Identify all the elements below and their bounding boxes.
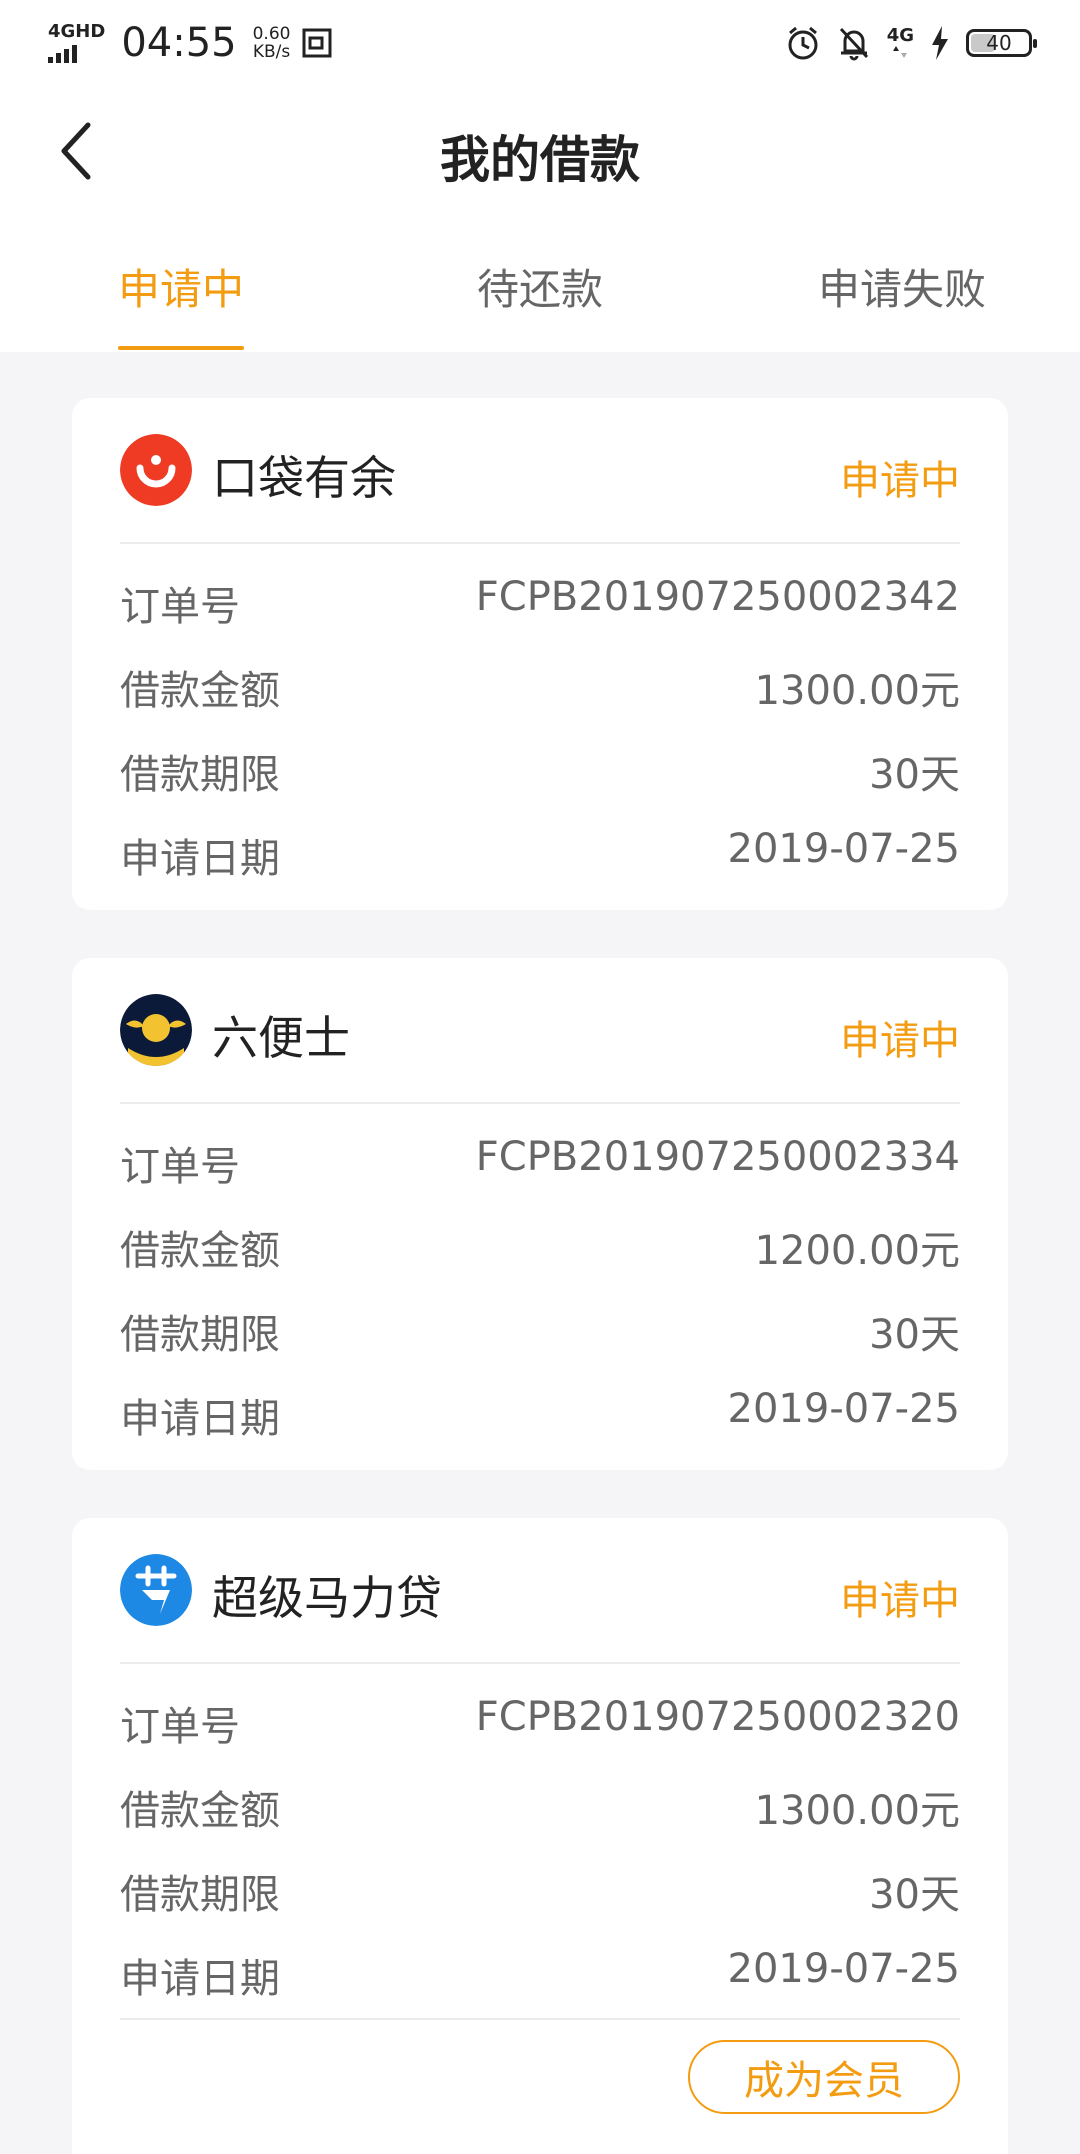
term-value: 30天 (869, 1312, 960, 1358)
amount-value: 1300.00元 (754, 668, 960, 714)
term-label: 借款期限 (120, 752, 280, 798)
speed-value: 0.60 (252, 24, 291, 44)
tab-bar: 申请中 待还款 申请失败 (0, 216, 1080, 352)
date-row: 申请日期 2019-07-25 (120, 1946, 960, 2006)
mobile-network-type: 4G (886, 25, 914, 46)
lightning-icon (932, 26, 948, 60)
amount-label: 借款金额 (120, 668, 280, 714)
speed-unit: KB/s (252, 42, 291, 62)
order-number-label: 订单号 (120, 584, 240, 630)
platform-name: 口袋有余 (212, 451, 396, 505)
loan-card[interactable]: 超级马力贷 申请中 订单号 FCPB201907250002320 借款金额 1… (72, 1518, 1008, 2154)
koudai-logo-icon (120, 434, 192, 506)
loan-card[interactable]: 六便士 申请中 订单号 FCPB201907250002334 借款金额 120… (72, 958, 1008, 1470)
amount-row: 借款金额 1300.00元 (120, 1778, 960, 1838)
coin-wings-logo-icon (120, 994, 192, 1066)
status-left: 4GHD 04:55 0.60 KB/s (48, 18, 334, 68)
date-value: 2019-07-25 (727, 1386, 960, 1432)
loan-card-footer: 成为会员 (120, 2018, 960, 2154)
screenshot-icon (302, 28, 332, 58)
battery-icon: 40 (966, 29, 1037, 57)
term-row: 借款期限 30天 (120, 1302, 960, 1362)
bell-off-icon (839, 27, 868, 61)
order-number-row: 订单号 FCPB201907250002334 (120, 1134, 960, 1194)
amount-value: 1200.00元 (754, 1228, 960, 1274)
status-right: 4G 40 (785, 20, 1037, 66)
screen: 4GHD 04:55 0.60 KB/s 4G 40 我的借款 申请中 待还款 … (0, 0, 1080, 2154)
mobile-network: 4G (887, 27, 914, 59)
active-tab-indicator (118, 346, 244, 350)
date-label: 申请日期 (120, 836, 280, 882)
loan-card-header: 口袋有余 申请中 (120, 398, 960, 544)
amount-row: 借款金额 1300.00元 (120, 658, 960, 718)
amount-label: 借款金额 (120, 1228, 280, 1274)
term-label: 借款期限 (120, 1872, 280, 1918)
loan-card-header: 六便士 申请中 (120, 958, 960, 1104)
tab-application-failed[interactable]: 申请失败 (818, 256, 986, 317)
become-member-button[interactable]: 成为会员 (688, 2040, 960, 2114)
data-arrows-icon (893, 46, 908, 58)
alarm-icon (788, 26, 818, 60)
amount-row: 借款金额 1200.00元 (120, 1218, 960, 1278)
platform-name: 六便士 (212, 1011, 350, 1065)
term-label: 借款期限 (120, 1312, 280, 1358)
amount-label: 借款金额 (120, 1788, 280, 1834)
loan-card-header: 超级马力贷 申请中 (120, 1518, 960, 1664)
date-value: 2019-07-25 (727, 1946, 960, 1992)
amount-value: 1300.00元 (754, 1788, 960, 1834)
network-type: 4GHD (48, 21, 106, 42)
loan-status: 申请中 (840, 1018, 960, 1064)
clock: 04:55 (121, 20, 237, 66)
term-value: 30天 (869, 1872, 960, 1918)
network-speed: 0.60 KB/s (253, 25, 291, 61)
signal-icon (48, 45, 77, 63)
date-value: 2019-07-25 (727, 826, 960, 872)
status-bar: 4GHD 04:55 0.60 KB/s 4G 40 (0, 0, 1080, 86)
network-indicator: 4GHD (48, 23, 105, 63)
date-label: 申请日期 (120, 1396, 280, 1442)
loan-card[interactable]: 口袋有余 申请中 订单号 FCPB201907250002342 借款金额 13… (72, 398, 1008, 910)
term-row: 借款期限 30天 (120, 742, 960, 802)
battery-level: 40 (986, 31, 1012, 55)
order-number-row: 订单号 FCPB201907250002320 (120, 1694, 960, 1754)
order-number-row: 订单号 FCPB201907250002342 (120, 574, 960, 634)
order-number-label: 订单号 (120, 1704, 240, 1750)
date-label: 申请日期 (120, 1956, 280, 2002)
tab-pending-repayment[interactable]: 待还款 (477, 256, 603, 317)
order-number-label: 订单号 (120, 1144, 240, 1190)
date-row: 申请日期 2019-07-25 (120, 826, 960, 886)
loan-status: 申请中 (840, 458, 960, 504)
term-value: 30天 (869, 752, 960, 798)
platform-name: 超级马力贷 (212, 1571, 442, 1625)
dai-logo-icon (120, 1554, 192, 1626)
order-number-value: FCPB201907250002320 (475, 1694, 960, 1740)
tab-applying[interactable]: 申请中 (118, 256, 244, 317)
loan-status: 申请中 (840, 1578, 960, 1624)
header: 我的借款 (0, 86, 1080, 216)
date-row: 申请日期 2019-07-25 (120, 1386, 960, 1446)
term-row: 借款期限 30天 (120, 1862, 960, 1922)
order-number-value: FCPB201907250002342 (475, 574, 960, 620)
order-number-value: FCPB201907250002334 (475, 1134, 960, 1180)
page-title: 我的借款 (440, 131, 640, 189)
